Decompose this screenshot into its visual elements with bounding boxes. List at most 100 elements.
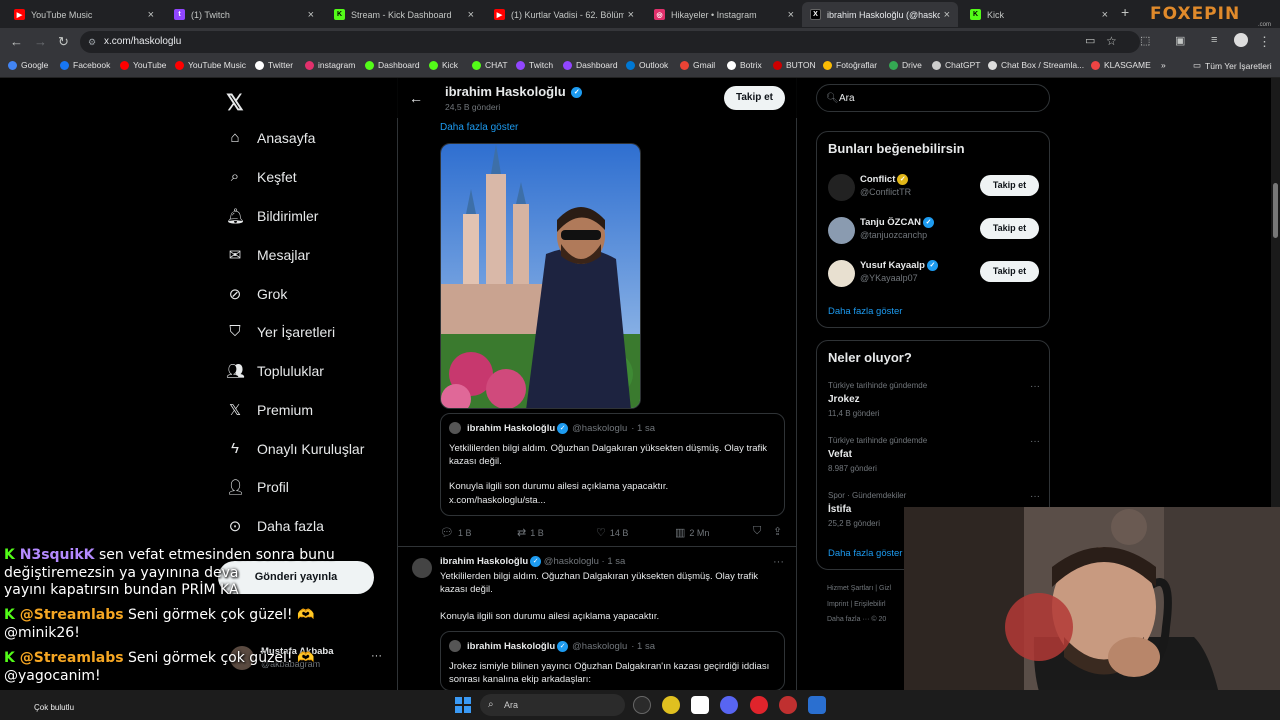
share-button[interactable]: ⇪ <box>773 525 782 538</box>
quote-text-1: Yetkililerden bilgi aldım. Oğuzhan Dalga… <box>449 443 768 467</box>
search-input[interactable]: 🔍︎ Ara <box>816 84 1050 112</box>
tab-twitch[interactable]: t (1) Twitch × <box>166 2 322 27</box>
back-arrow-icon[interactable]: ← <box>10 34 23 49</box>
tab-x-profile[interactable]: Xibrahim Haskoloğlu (@haskolog × <box>802 2 958 27</box>
close-icon[interactable]: × <box>628 9 634 21</box>
reload-icon[interactable]: ↻ <box>58 34 69 50</box>
forward-arrow-icon[interactable]: → <box>34 34 47 49</box>
tab-kick-dashboard[interactable]: K Stream - Kick Dashboard × <box>326 2 482 27</box>
suggestion-row[interactable]: Conflict ✓ @ConflictTR Takip et <box>828 172 1040 206</box>
discord-icon[interactable] <box>720 696 738 714</box>
chat-username: @Streamlabs <box>19 650 124 666</box>
trend-item[interactable]: Türkiye tarihinde gündemde Vefat 8.987 gön… <box>828 436 1040 473</box>
follow-button[interactable]: Takip et <box>724 86 785 110</box>
trend-menu-icon[interactable]: ··· <box>1030 436 1040 447</box>
bookmark-item[interactable]: Google <box>8 60 48 70</box>
bookmark-item[interactable]: instagram <box>305 60 355 70</box>
trend-item[interactable]: Türkiye tarihinde gündemde Jrokez 11,4 B g… <box>828 381 1040 418</box>
back-arrow-icon[interactable]: ← <box>409 90 423 106</box>
bookmark-item[interactable]: BUTON <box>773 60 816 70</box>
app-icon-red[interactable] <box>779 696 797 714</box>
trend-menu-icon[interactable]: ··· <box>1030 491 1040 502</box>
sidebar-item-0[interactable]: ⌂ Anasayfa <box>226 129 315 146</box>
clock-app-icon[interactable] <box>633 696 651 714</box>
close-icon[interactable]: × <box>944 9 950 21</box>
bookmark-item[interactable]: Botrix <box>727 60 762 70</box>
sidebar-item-5[interactable]: ⛉ Yer İşaretleri <box>226 323 335 340</box>
all-bookmarks-button[interactable]: ▭ Tüm Yer İşaretleri <box>1193 60 1272 71</box>
app-icon-blue[interactable] <box>808 696 826 714</box>
sidebar-item-7[interactable]: 𝕏 Premium <box>226 401 313 419</box>
suggestion-row[interactable]: Yusuf Kayaalp ✓ @YKayaalp07 Takip et <box>828 258 1040 292</box>
app-icon[interactable] <box>691 696 709 714</box>
bookmark-item[interactable]: Chat Box / Streamla... <box>988 60 1084 70</box>
views-button[interactable]: ▥ 2 Mn <box>675 526 709 539</box>
like-button[interactable]: ♡ 14 B <box>596 526 628 539</box>
follow-button[interactable]: Takip et <box>980 261 1039 282</box>
scrollbar-thumb[interactable] <box>1273 183 1278 238</box>
taskbar-search[interactable]: ⌕ Ara <box>480 694 625 716</box>
bookmark-item[interactable]: Facebook <box>60 60 110 70</box>
reply-button[interactable]: 💬︎ 1 B <box>440 526 471 539</box>
opera-icon[interactable] <box>750 696 768 714</box>
repost-button[interactable]: ⇄ 1 B <box>517 526 544 539</box>
star-icon[interactable]: ☆ <box>1106 34 1117 48</box>
bookmark-item[interactable]: Twitter <box>255 60 293 70</box>
avatar[interactable] <box>828 260 855 287</box>
sidebar-item-9[interactable]: 👤︎ Profil <box>226 478 289 496</box>
tab-kick[interactable]: K Kick × <box>962 2 1116 27</box>
sidebar-item-10[interactable]: ⊙ Daha fazla <box>226 517 324 535</box>
tab-youtube-music[interactable]: ▶ YouTube Music × <box>6 2 162 27</box>
x-logo-icon[interactable]: 𝕏 <box>226 90 244 116</box>
bookmark-item[interactable]: Fotoğraflar <box>823 60 877 70</box>
bookmark-item[interactable]: Outlook <box>626 60 668 70</box>
close-icon[interactable]: × <box>468 9 474 21</box>
new-tab-button[interactable]: + <box>1121 4 1129 20</box>
bookmark-item[interactable]: Gmail <box>680 60 715 70</box>
bookmark-item[interactable]: Twitch <box>516 60 553 70</box>
bookmark-item[interactable]: ChatGPT <box>932 60 980 70</box>
bookmark-item[interactable]: YouTube <box>120 60 166 70</box>
media-icon[interactable]: ≡ <box>1211 34 1217 46</box>
extensions-icon[interactable]: ⬚ <box>1140 34 1150 47</box>
bookmark-item[interactable]: YouTube Music <box>175 60 246 70</box>
trend-menu-icon[interactable]: ··· <box>1030 381 1040 392</box>
avatar[interactable] <box>828 217 855 244</box>
bookmark-item[interactable]: Kick <box>429 60 458 70</box>
sidebar-item-3[interactable]: ✉ Mesajlar <box>226 246 310 264</box>
sidebar-item-8[interactable]: ϟ Onaylı Kuruluşlar <box>226 440 364 457</box>
bookmarks-overflow-button[interactable]: » <box>1161 60 1166 70</box>
install-app-icon[interactable]: ▭ <box>1085 34 1095 47</box>
cast-icon[interactable]: ▣ <box>1175 34 1185 47</box>
bookmark-button[interactable]: ⛉ <box>753 525 761 538</box>
menu-dots-icon[interactable]: ⋮ <box>1258 34 1271 50</box>
sidebar-item-6[interactable]: 👥︎ Topluluklar <box>226 362 324 380</box>
windows-start-icon[interactable] <box>455 697 471 713</box>
bookmark-item[interactable]: Dashboard <box>365 60 420 70</box>
follow-button[interactable]: Takip et <box>980 175 1039 196</box>
suggestions-show-more[interactable]: Daha fazla göster <box>828 306 902 317</box>
bookmark-item[interactable]: Dashboard <box>563 60 618 70</box>
close-icon[interactable]: × <box>308 9 314 21</box>
tab-kurtlar-vadisi[interactable]: ▶ (1) Kurtlar Vadisi - 62. Bölüm Fu × <box>486 2 642 27</box>
close-icon[interactable]: × <box>1102 9 1108 21</box>
close-icon[interactable]: × <box>148 9 154 21</box>
sidebar-item-2[interactable]: 🔔︎ Bildirimler <box>226 207 318 225</box>
bookmark-item[interactable]: KLASGAME <box>1091 60 1151 70</box>
bookmark-item[interactable]: CHAT <box>472 60 508 70</box>
show-more-link[interactable]: Daha fazla göster <box>440 122 518 133</box>
site-info-icon[interactable]: ⚙ <box>88 31 96 53</box>
url-input[interactable]: ⚙ x.com/haskologlu <box>80 31 1140 53</box>
bookmark-item[interactable]: Drive <box>889 60 922 70</box>
close-icon[interactable]: × <box>788 9 794 21</box>
tweet-photo[interactable] <box>440 143 641 409</box>
follow-button[interactable]: Takip et <box>980 218 1039 239</box>
avatar[interactable] <box>828 174 855 201</box>
sidebar-item-1[interactable]: ⌕ Keşfet <box>226 168 297 185</box>
quoted-tweet[interactable]: ibrahim Haskoloğlu ✓ @haskologlu · 1 sa Yet… <box>440 413 785 516</box>
tab-instagram[interactable]: ◎ Hikayeler • Instagram × <box>646 2 802 27</box>
sidebar-item-4[interactable]: ⊘ Grok <box>226 285 288 303</box>
profile-avatar-icon[interactable] <box>1234 33 1248 47</box>
chrome-icon[interactable] <box>662 696 680 714</box>
suggestion-row[interactable]: Tanju ÖZCAN ✓ @tanjuozcanchp Takip et <box>828 215 1040 249</box>
